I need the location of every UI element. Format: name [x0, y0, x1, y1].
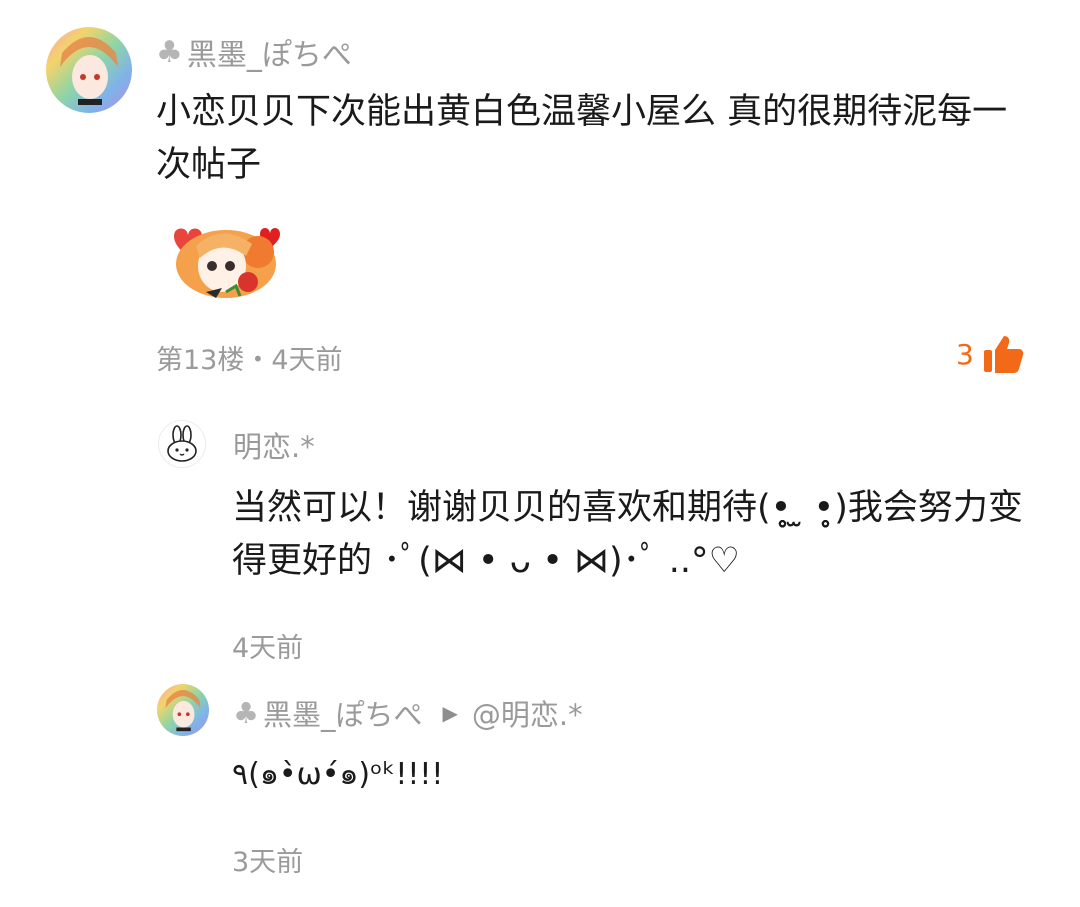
comment-content: ٩(๑•̀ω•́๑)ᵒᵏ!!!!	[232, 757, 444, 792]
like-button[interactable]: 3	[956, 334, 1024, 374]
reply-target[interactable]: @明恋.*	[472, 692, 583, 734]
club-icon: ♣	[233, 696, 259, 730]
thumbs-up-icon	[982, 334, 1024, 374]
username[interactable]: ♣ 黑墨_ぽちぺ	[156, 30, 352, 74]
comment-13: ♣ 黑墨_ぽちぺ 小恋贝贝下次能出黄白色温馨小屋么 真的很期待泥每一次帖子 第1…	[0, 0, 1080, 390]
comment-meta: 3天前	[232, 847, 304, 878]
reply-arrow-icon: ▶	[442, 701, 458, 725]
comment-content: 小恋贝贝下次能出黄白色温馨小屋么 真的很期待泥每一次帖子	[156, 92, 1008, 185]
reply-2: ♣ 黑墨_ぽちぺ ▶ @明恋.* ٩(๑•̀ω•́๑)ᵒᵏ!!!! 3天前	[0, 680, 1080, 907]
comment-meta: 4天前	[232, 633, 304, 664]
avatar[interactable]	[157, 684, 209, 736]
like-count: 3	[956, 337, 974, 371]
girl-with-rose-sticker	[166, 208, 292, 308]
comment-meta: 第13楼・4天前	[156, 345, 343, 376]
club-icon: ♣	[156, 34, 183, 70]
reply-1: 明恋.* 当然可以！谢谢贝贝的喜欢和期待(•̥̥̥ ̫ •̥̥̥)我会努力变得更…	[0, 390, 1080, 680]
username[interactable]: 明恋.*	[233, 424, 315, 466]
avatar[interactable]	[158, 420, 206, 468]
comment-content: 当然可以！谢谢贝贝的喜欢和期待(•̥̥̥ ̫ •̥̥̥)我会努力变得更好的 ･ﾟ…	[232, 488, 1023, 581]
avatar[interactable]	[46, 27, 132, 113]
username[interactable]: ♣ 黑墨_ぽちぺ ▶ @明恋.*	[233, 692, 583, 734]
